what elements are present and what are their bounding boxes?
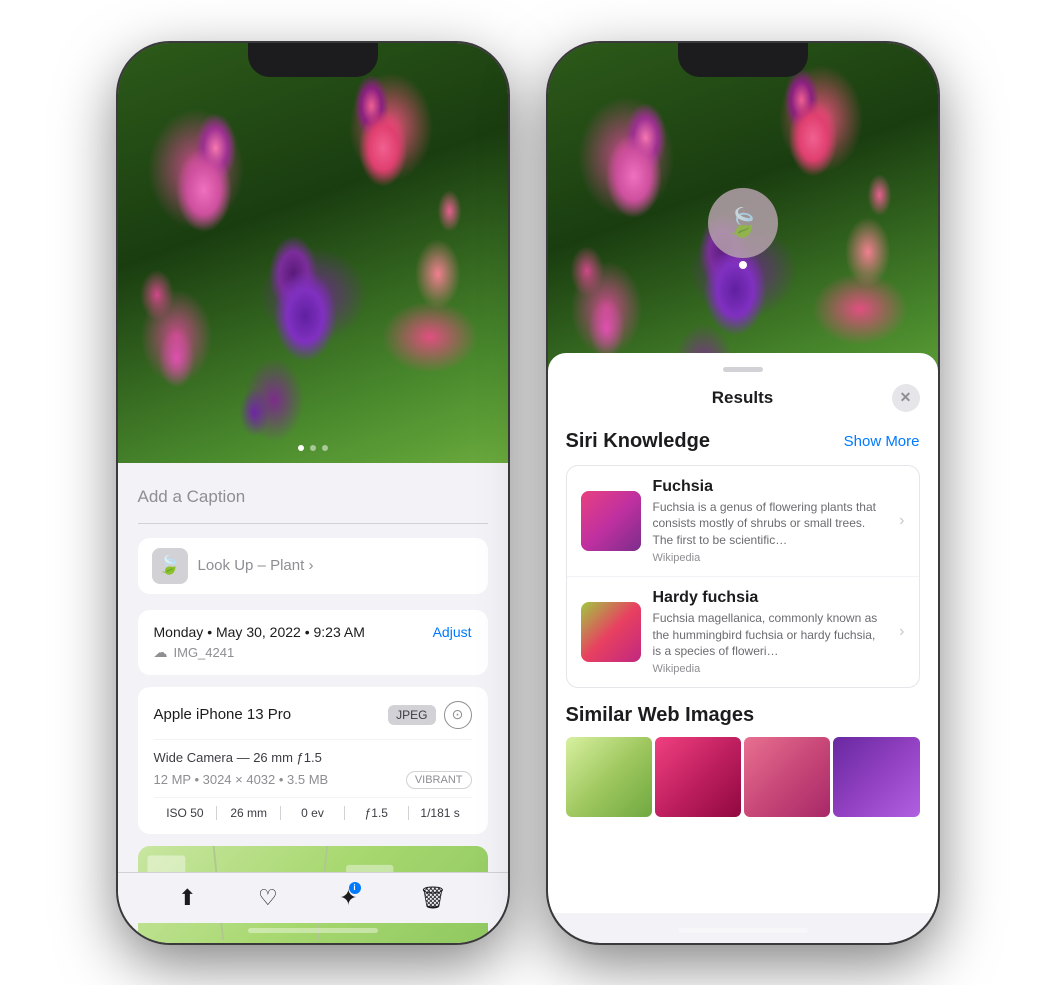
siri-dot <box>739 261 747 269</box>
device-row: Apple iPhone 13 Pro JPEG ⊙ <box>154 701 472 740</box>
panel-handle <box>723 367 763 372</box>
adjust-button[interactable]: Adjust <box>433 624 472 640</box>
knowledge-item-hardy[interactable]: Hardy fuchsia Fuchsia magellanica, commo… <box>567 577 919 687</box>
siri-orb[interactable]: 🍃 <box>708 188 778 258</box>
hardy-thumb-img <box>581 602 641 662</box>
filename-text: IMG_4241 <box>174 645 235 660</box>
mp-info: 12 MP • 3024 × 4032 • 3.5 MB <box>154 772 329 787</box>
hardy-name: Hardy fuchsia <box>653 589 888 607</box>
hardy-thumb <box>581 602 641 662</box>
exif-iso: ISO 50 <box>154 806 218 820</box>
exif-focal: 26 mm <box>217 806 281 820</box>
right-home-indicator <box>678 928 808 933</box>
jpeg-badge: JPEG <box>388 705 435 725</box>
toolbar: ⬆ ♡ ✦ i 🗑 <box>118 872 508 923</box>
vibrant-badge: VIBRANT <box>406 771 472 789</box>
lookup-label: Look Up – Plant › <box>198 557 314 574</box>
show-more-button[interactable]: Show More <box>844 433 920 450</box>
hardy-desc: Fuchsia magellanica, commonly known as t… <box>653 610 888 660</box>
web-image-3[interactable] <box>744 737 830 817</box>
siri-knowledge-header: Siri Knowledge Show More <box>566 430 920 453</box>
fuchsia-content: Fuchsia Fuchsia is a genus of flowering … <box>653 478 888 564</box>
heart-icon[interactable]: ♡ <box>258 885 278 911</box>
right-phone-screen: 🍃 Results ✕ Siri Knowledge Show More <box>548 43 938 943</box>
exif-aperture: ƒ1.5 <box>345 806 409 820</box>
web-images-section: Similar Web Images <box>566 704 920 817</box>
meta-row: Monday • May 30, 2022 • 9:23 AM Adjust <box>154 624 472 640</box>
fuchsia-thumb-img <box>581 491 641 551</box>
lookup-prefix: Look Up – <box>198 557 266 574</box>
flower-details <box>118 43 508 463</box>
dot-1 <box>298 445 304 451</box>
dot-2 <box>310 445 316 451</box>
dot-3 <box>322 445 328 451</box>
exif-row: ISO 50 26 mm 0 ev ƒ1.5 1/181 s <box>154 797 472 820</box>
meta-section: Monday • May 30, 2022 • 9:23 AM Adjust ☁… <box>138 610 488 675</box>
results-title: Results <box>594 388 892 408</box>
fuchsia-source: Wikipedia <box>653 552 888 564</box>
notch <box>248 43 378 77</box>
exif-shutter: 1/181 s <box>409 806 472 820</box>
left-phone: Add a Caption 🍃 Look Up – Plant › Monday… <box>118 43 508 943</box>
web-images-title: Similar Web Images <box>566 704 920 727</box>
share-icon[interactable]: ⬆ <box>178 885 196 911</box>
location-icon: ⊙ <box>444 701 472 729</box>
caption-area[interactable]: Add a Caption <box>138 479 488 524</box>
fuchsia-name: Fuchsia <box>653 478 888 496</box>
home-indicator <box>248 928 378 933</box>
cloud-icon: ☁ <box>154 644 168 661</box>
right-phone: 🍃 Results ✕ Siri Knowledge Show More <box>548 43 938 943</box>
camera-spec: Wide Camera — 26 mm ƒ1.5 <box>154 750 472 765</box>
hardy-content: Hardy fuchsia Fuchsia magellanica, commo… <box>653 589 888 675</box>
trash-icon[interactable]: 🗑 <box>419 885 447 911</box>
web-image-2[interactable] <box>655 737 741 817</box>
siri-knowledge-title: Siri Knowledge <box>566 430 710 453</box>
photo-area[interactable] <box>118 43 508 463</box>
meta-filename: ☁ IMG_4241 <box>154 644 472 661</box>
info-badge: i <box>349 882 361 894</box>
knowledge-item-fuchsia[interactable]: Fuchsia Fuchsia is a genus of flowering … <box>567 466 919 577</box>
hardy-source: Wikipedia <box>653 663 888 675</box>
fuchsia-desc: Fuchsia is a genus of flowering plants t… <box>653 499 888 549</box>
device-name: Apple iPhone 13 Pro <box>154 706 292 723</box>
photo-indicator <box>298 445 328 451</box>
hardy-chevron: › <box>899 623 904 641</box>
device-section: Apple iPhone 13 Pro JPEG ⊙ Wide Camera —… <box>138 687 488 834</box>
web-image-1[interactable] <box>566 737 652 817</box>
fuchsia-chevron: › <box>899 512 904 530</box>
fuchsia-thumb <box>581 491 641 551</box>
caption-placeholder[interactable]: Add a Caption <box>138 487 246 506</box>
web-images-grid <box>566 737 920 817</box>
lookup-icon: 🍃 <box>152 548 188 584</box>
mp-row: 12 MP • 3024 × 4032 • 3.5 MB VIBRANT <box>154 771 472 789</box>
meta-date: Monday • May 30, 2022 • 9:23 AM <box>154 624 365 640</box>
results-header: Results ✕ <box>566 384 920 412</box>
lookup-row[interactable]: 🍃 Look Up – Plant › <box>138 538 488 594</box>
device-badges: JPEG ⊙ <box>388 701 471 729</box>
info-panel: Add a Caption 🍃 Look Up – Plant › Monday… <box>118 463 508 943</box>
results-panel: Results ✕ Siri Knowledge Show More Fuchs… <box>548 353 938 913</box>
lookup-chevron-inline: › <box>308 557 313 574</box>
info-button[interactable]: ✦ i <box>339 885 357 911</box>
exif-ev: 0 ev <box>281 806 345 820</box>
web-image-4[interactable] <box>833 737 919 817</box>
right-notch <box>678 43 808 77</box>
close-button[interactable]: ✕ <box>892 384 920 412</box>
knowledge-card: Fuchsia Fuchsia is a genus of flowering … <box>566 465 920 689</box>
lookup-subject: Plant <box>270 557 304 574</box>
left-phone-screen: Add a Caption 🍃 Look Up – Plant › Monday… <box>118 43 508 943</box>
